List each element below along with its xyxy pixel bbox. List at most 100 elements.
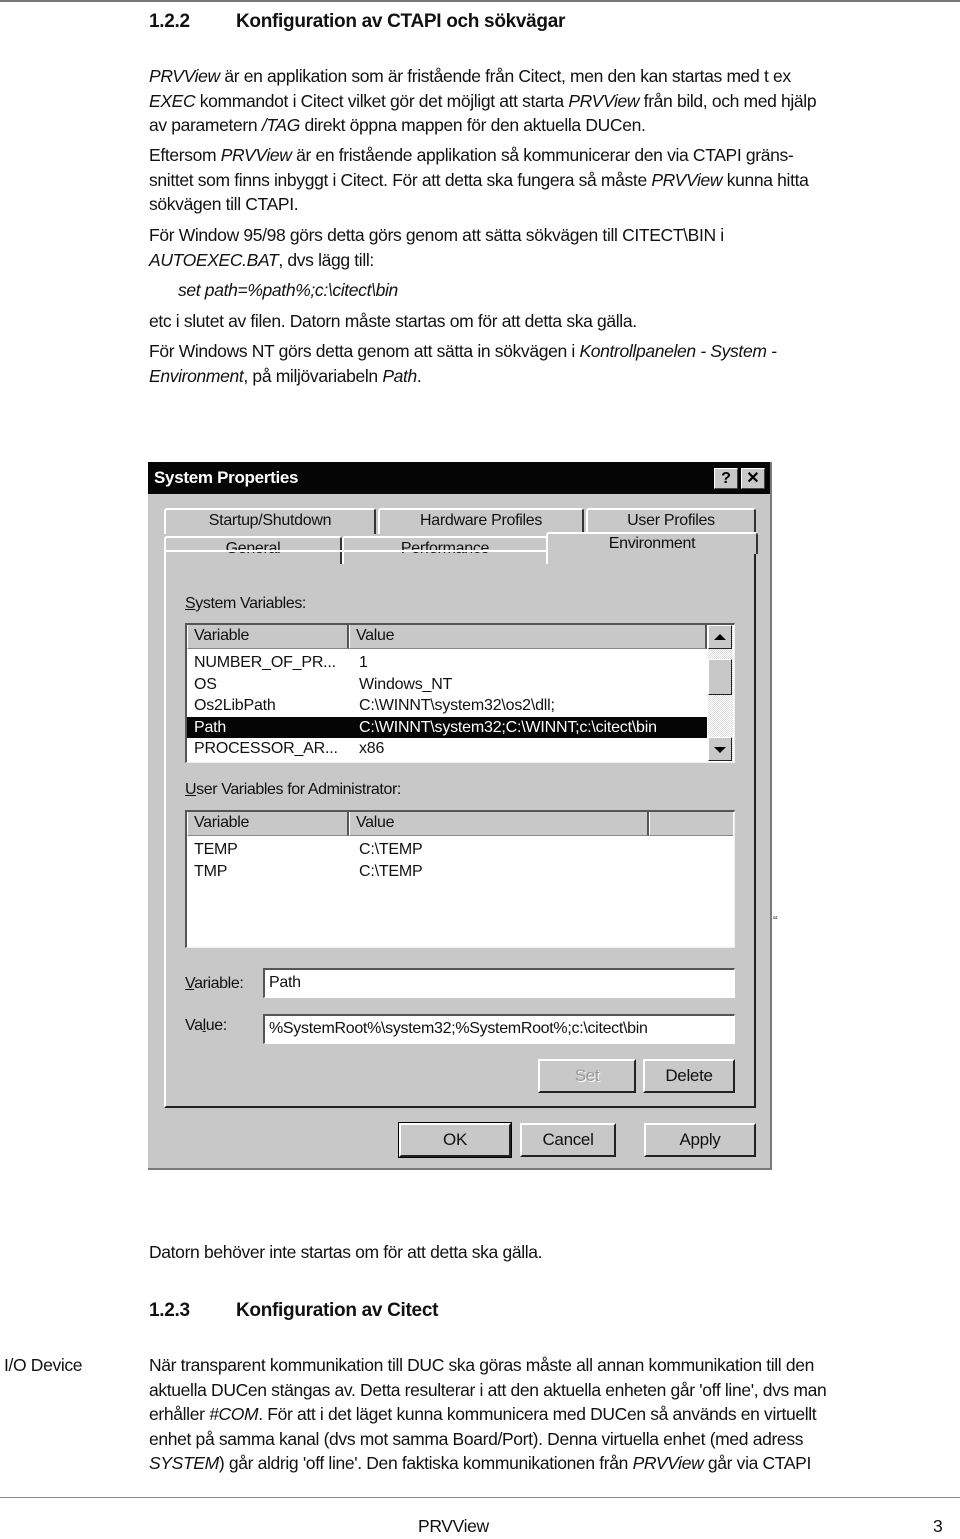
cell-variable: PROCESSOR_AR...: [194, 740, 338, 757]
emph: PRVView: [220, 145, 292, 165]
text: erhåller: [149, 1404, 210, 1424]
user-variables-rows: TEMP C:\TEMP TMP C:\TEMP: [187, 839, 733, 882]
cell-variable: NUMBER_OF_PR...: [194, 654, 336, 671]
system-properties-dialog: System Properties ? ✕ Startup/Shutdown H…: [148, 462, 772, 1170]
section-title: Konfiguration av CTAPI och sökvägar: [236, 11, 566, 32]
column-header-value[interactable]: Value: [349, 812, 649, 836]
footer-rule: [0, 1497, 960, 1498]
cell-variable: OS: [194, 675, 217, 693]
cell-variable: TEMP: [194, 841, 238, 858]
text: När transparent kommunikation till DUC s…: [149, 1355, 814, 1375]
tab-hardware-profiles[interactable]: Hardware Profiles: [378, 508, 584, 534]
cancel-button[interactable]: Cancel: [520, 1123, 616, 1157]
cell-value: x86: [359, 740, 385, 757]
text: från bild, och med hjälp: [639, 90, 817, 111]
cell-variable: Os2LibPath: [194, 697, 276, 714]
variable-input[interactable]: Path: [263, 968, 735, 998]
text: ue:: [205, 1017, 227, 1034]
text: För Window 95/98 görs detta görs genom a…: [149, 225, 724, 245]
scroll-down-button[interactable]: [708, 737, 732, 761]
arrow-down-icon: [714, 747, 726, 753]
text: , på miljövariabeln: [243, 365, 383, 386]
emph: AUTOEXEC.BAT: [149, 249, 279, 270]
cell-value: Windows_NT: [359, 675, 453, 693]
dialog-title: System Properties: [154, 468, 299, 487]
text: enhet på samma kanal (dvs mot samma Boar…: [149, 1428, 804, 1449]
section-title: Konfiguration av Citect: [236, 1300, 439, 1321]
table-row[interactable]: OS Windows_NT: [187, 674, 707, 696]
close-icon: ✕: [746, 470, 760, 487]
emph: /TAG: [261, 115, 300, 135]
table-row[interactable]: NUMBER_OF_PR... 1: [187, 652, 707, 674]
value-label: Value:: [185, 1017, 227, 1035]
text: För Windows NT görs detta genom att sätt…: [149, 341, 580, 361]
text: är en fristående applikation så kommunic…: [291, 145, 794, 165]
system-variables-label: System Variables:: [185, 595, 306, 613]
set-button[interactable]: Set: [538, 1059, 636, 1093]
text: snittet som finns inbyggt i Citect. För …: [149, 169, 652, 190]
cell-value: 1: [359, 654, 368, 671]
table-row[interactable]: Os2LibPath C:\WINNT\system32\os2\dll;: [187, 695, 707, 717]
text: går via CTAPI: [703, 1453, 811, 1473]
cell-variable: Path: [194, 718, 227, 736]
table-row-selected[interactable]: Path C:\WINNT\system32;C:\WINNT;c:\citect…: [187, 716, 707, 738]
user-variables-label: User Variables for Administrator:: [185, 781, 401, 799]
emph: Path: [382, 365, 417, 386]
text: .: [416, 365, 422, 386]
apply-button[interactable]: Apply: [644, 1123, 756, 1157]
delete-button[interactable]: Delete: [643, 1059, 735, 1093]
paragraph-win95: För Window 95/98 görs detta görs genom a…: [149, 223, 949, 272]
title-bar: System Properties ? ✕: [148, 462, 770, 494]
text: Eftersom: [149, 145, 221, 165]
emph: #COM: [209, 1404, 259, 1424]
variable-label: Variable:: [185, 975, 244, 993]
table-row[interactable]: PROCESSOR_AR... x86: [187, 738, 707, 760]
help-icon: ?: [721, 470, 731, 487]
scroll-up-button[interactable]: [708, 625, 732, 649]
scroll-thumb[interactable]: [708, 659, 732, 695]
text: aktuella DUCen stängas av. Detta resulte…: [149, 1379, 827, 1400]
mnemonic: S: [185, 595, 196, 612]
text: kunna hitta: [722, 169, 809, 190]
top-rule: [0, 0, 960, 2]
paragraph-winnt: För Windows NT görs detta genom att sätt…: [149, 339, 949, 388]
paragraph-io-device: När transparent kommunikation till DUC s…: [149, 1353, 949, 1476]
text: . För att i det läget kunna kommunicera …: [258, 1404, 817, 1424]
text: av parametern: [149, 115, 262, 135]
table-row[interactable]: TEMP C:\TEMP: [187, 839, 733, 861]
close-button[interactable]: ✕: [741, 468, 765, 489]
user-variables-list[interactable]: Variable Value TEMP C:\TEMP TMP C:\TEMP: [185, 810, 735, 948]
stray-quote-mark: “: [773, 913, 778, 928]
text: ystem Variables:: [195, 595, 306, 612]
tab-startup-shutdown[interactable]: Startup/Shutdown: [164, 508, 376, 534]
text: ) går aldrig 'off line'. Den faktiska ko…: [218, 1453, 633, 1473]
paragraph-intro: PRVView är en applikation som är friståe…: [149, 64, 949, 138]
text: Va: [185, 1017, 203, 1034]
arrow-up-icon: [714, 634, 726, 640]
tab-user-profiles[interactable]: User Profiles: [586, 508, 756, 534]
help-button[interactable]: ?: [714, 468, 738, 489]
cell-value: C:\WINNT\system32\os2\dll;: [359, 697, 555, 714]
cell-value: C:\TEMP: [359, 862, 423, 880]
paragraph-after-dialog: Datorn behöver inte startas om för att d…: [149, 1242, 543, 1262]
section-number: 1.2.3: [149, 1300, 190, 1321]
ok-button[interactable]: OK: [398, 1122, 512, 1158]
margin-label: I/O Device: [4, 1355, 83, 1375]
system-variables-rows: NUMBER_OF_PR... 1 OS Windows_NT Os2LibPath…: [187, 652, 707, 760]
emph: PRVView: [651, 169, 723, 190]
column-header-variable[interactable]: Variable: [187, 812, 349, 836]
column-header-variable[interactable]: Variable: [187, 625, 349, 649]
mnemonic: U: [185, 781, 197, 798]
emph: SYSTEM: [149, 1453, 219, 1473]
text: direkt öppna mappen för den aktuella DUC…: [299, 115, 646, 135]
value-input[interactable]: %SystemRoot%\system32;%SystemRoot%;c:\ci…: [263, 1014, 735, 1044]
emph: PRVView: [568, 90, 640, 111]
column-header-value[interactable]: Value: [349, 625, 707, 649]
vertical-scrollbar[interactable]: [708, 625, 733, 761]
system-variables-list[interactable]: Variable Value NUMBER_OF_PR... 1 OS Window…: [185, 623, 735, 763]
tab-environment-active[interactable]: Environment: [546, 532, 758, 554]
paragraph-restart: etc i slutet av filen. Datorn måste star…: [149, 311, 637, 331]
table-row[interactable]: TMP C:\TEMP: [187, 861, 733, 883]
cell-value: C:\WINNT\system32;C:\WINNT;c:\citect\bin: [359, 718, 657, 736]
column-header-blank: [649, 812, 733, 836]
